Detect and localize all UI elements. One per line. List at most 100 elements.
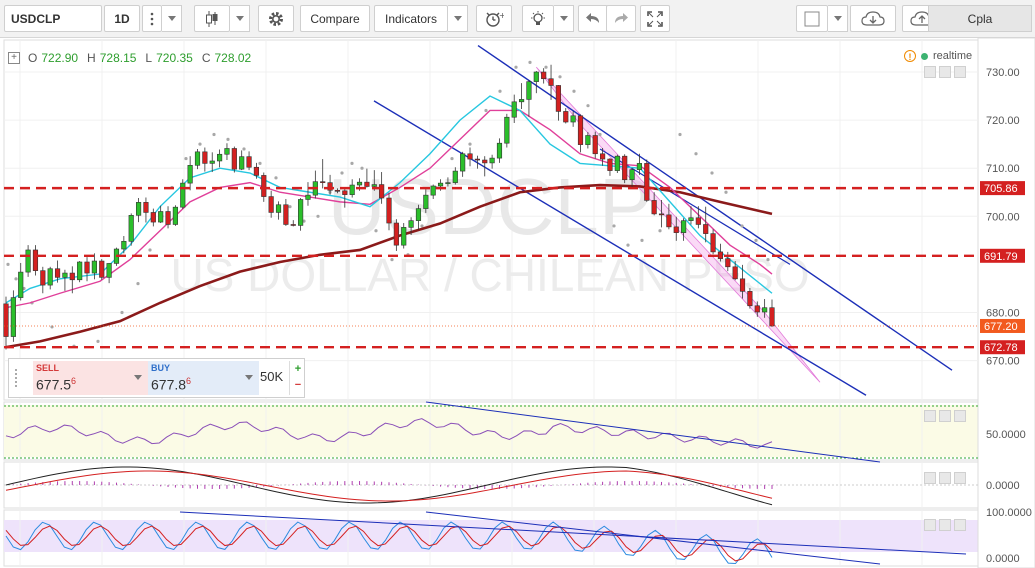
price-chart[interactable]: USDCLP US DOLLAR / CHILEAN PESO 730.0072… bbox=[0, 38, 1035, 568]
pane-down-icon[interactable] bbox=[939, 472, 951, 484]
symbol-search-input[interactable]: USDCLP bbox=[4, 5, 102, 32]
price-tick-label: 670.00 bbox=[986, 356, 1020, 368]
candle-body bbox=[320, 181, 326, 183]
legend-expand-icon[interactable]: + bbox=[8, 52, 20, 64]
candle-body bbox=[150, 212, 156, 223]
candle-body bbox=[577, 115, 584, 145]
candle-body bbox=[187, 165, 193, 184]
candle-body bbox=[40, 270, 46, 286]
candle-body bbox=[32, 249, 39, 271]
cloud-download-icon[interactable] bbox=[850, 5, 896, 32]
pane-close-icon[interactable] bbox=[954, 66, 966, 78]
sar-dot bbox=[316, 214, 320, 218]
buy-price-main: 677.8 bbox=[151, 376, 187, 393]
drag-handle-icon[interactable] bbox=[15, 369, 21, 387]
color-box-caret[interactable] bbox=[828, 5, 848, 32]
sar-dot bbox=[288, 205, 292, 209]
pane-up-icon[interactable] bbox=[924, 410, 936, 422]
pane-down-icon[interactable] bbox=[939, 519, 951, 531]
settings-gear-icon[interactable] bbox=[258, 5, 294, 32]
candle-body bbox=[570, 115, 576, 123]
status-dot-icon bbox=[921, 52, 928, 60]
pane-up-icon[interactable] bbox=[924, 66, 936, 78]
pane-down-icon[interactable] bbox=[939, 66, 951, 78]
pane-down-icon[interactable] bbox=[939, 410, 951, 422]
chart-style-caret[interactable] bbox=[230, 5, 250, 32]
undo-arrow-icon[interactable] bbox=[578, 5, 608, 32]
quantity-plus[interactable]: + bbox=[290, 361, 306, 377]
sar-dot bbox=[724, 190, 728, 194]
redo-arrow-icon[interactable] bbox=[606, 5, 636, 32]
candle-body bbox=[769, 307, 775, 327]
sar-dot bbox=[514, 65, 518, 69]
candle-body bbox=[489, 157, 495, 164]
compare-button[interactable]: Compare bbox=[300, 5, 370, 32]
sar-dot bbox=[498, 89, 502, 93]
interval-dropdown-caret[interactable] bbox=[162, 5, 182, 32]
fullscreen-icon[interactable] bbox=[640, 5, 670, 32]
alert-clock-icon[interactable]: + bbox=[476, 5, 512, 32]
candle-body bbox=[526, 81, 532, 100]
sar-dot bbox=[14, 277, 18, 281]
account-button[interactable]: Cpla bbox=[928, 5, 1032, 32]
candle-body bbox=[18, 271, 24, 298]
indicators-button[interactable]: Indicators bbox=[374, 5, 448, 32]
candle-body bbox=[467, 153, 473, 160]
buy-button[interactable]: BUY 677.86 bbox=[148, 361, 259, 395]
interval-button[interactable]: 1D bbox=[104, 5, 140, 32]
candle-body bbox=[732, 266, 738, 280]
quantity-field[interactable]: 50K bbox=[260, 369, 283, 384]
candle-body bbox=[563, 111, 569, 123]
trade-panel: SELL 677.56 BUY 677.86 50K + − bbox=[8, 358, 305, 398]
sar-dot bbox=[198, 142, 202, 146]
sell-caret-icon[interactable] bbox=[134, 375, 142, 380]
warning-icon[interactable]: ! bbox=[904, 50, 916, 62]
buy-caret-icon[interactable] bbox=[245, 375, 253, 380]
interval-menu-icon[interactable] bbox=[142, 5, 162, 32]
sar-dot bbox=[184, 156, 188, 161]
candle-body bbox=[143, 202, 149, 213]
pane-close-icon[interactable] bbox=[954, 519, 966, 531]
candle-body bbox=[77, 261, 83, 281]
macd-pane-controls[interactable] bbox=[924, 472, 970, 484]
ideas-caret[interactable] bbox=[554, 5, 574, 32]
sar-dot bbox=[658, 229, 662, 233]
candle-body bbox=[253, 166, 260, 176]
pane-close-icon[interactable] bbox=[954, 472, 966, 484]
candle-body bbox=[47, 268, 53, 286]
candle-body bbox=[754, 305, 760, 313]
candle-body bbox=[84, 261, 90, 274]
quantity-minus[interactable]: − bbox=[290, 377, 306, 393]
open-value: 722.90 bbox=[41, 51, 79, 65]
sar-dot bbox=[740, 224, 744, 228]
candle-body bbox=[725, 258, 731, 268]
stoch-pane-controls[interactable] bbox=[924, 519, 970, 531]
pane-close-icon[interactable] bbox=[954, 410, 966, 422]
candle-body bbox=[644, 163, 650, 201]
quantity-stepper[interactable]: + − bbox=[289, 361, 306, 395]
candle-body bbox=[121, 241, 127, 250]
candle-body bbox=[209, 160, 215, 164]
candle-body bbox=[460, 153, 466, 172]
sar-dot bbox=[212, 132, 216, 137]
pane-up-icon[interactable] bbox=[924, 472, 936, 484]
sell-button[interactable]: SELL 677.56 bbox=[33, 361, 149, 395]
candle-body bbox=[430, 185, 436, 196]
color-box-icon[interactable] bbox=[796, 5, 828, 32]
pane-up-icon[interactable] bbox=[924, 519, 936, 531]
lightbulb-icon[interactable] bbox=[522, 5, 554, 32]
sar-dot bbox=[766, 257, 770, 262]
candle-body bbox=[106, 263, 112, 278]
rsi-pane-controls[interactable] bbox=[924, 410, 970, 422]
low-label: L bbox=[145, 51, 153, 65]
sar-dot bbox=[484, 108, 488, 113]
candle-body bbox=[172, 206, 178, 225]
indicators-caret[interactable] bbox=[448, 5, 468, 32]
main-pane-controls[interactable] bbox=[924, 66, 970, 78]
sell-price-main: 677.5 bbox=[36, 376, 72, 393]
price-tick-label: 720.00 bbox=[986, 115, 1020, 127]
candle-body bbox=[636, 163, 643, 170]
candles-style-icon[interactable] bbox=[194, 5, 230, 32]
candle-body bbox=[298, 199, 304, 226]
candle-body bbox=[415, 208, 422, 221]
